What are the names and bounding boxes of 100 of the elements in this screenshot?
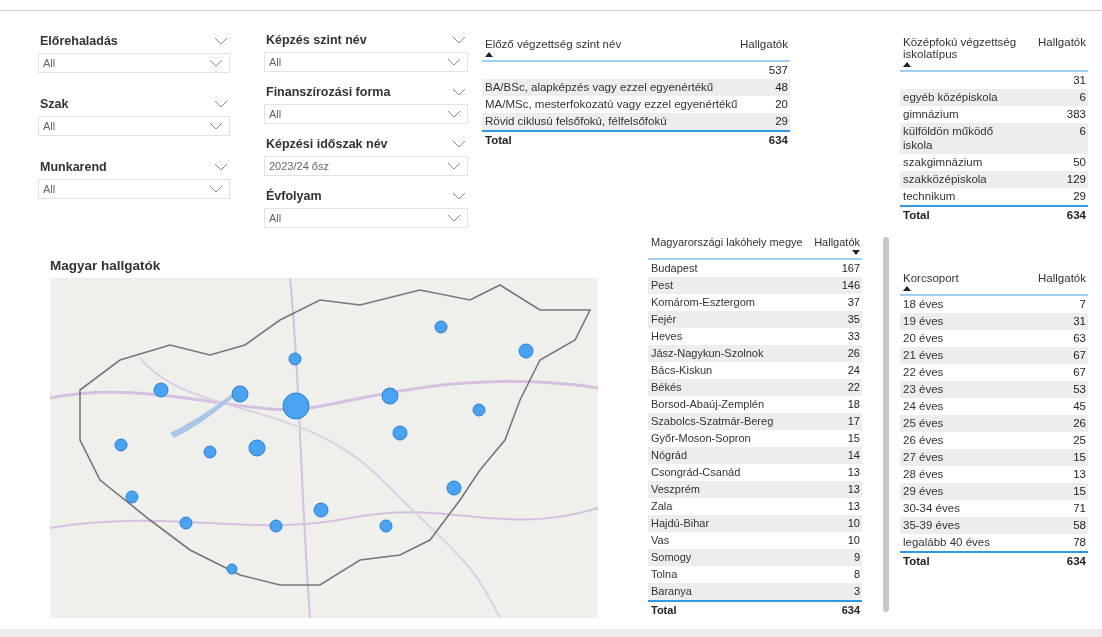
dropdown[interactable]: All — [264, 104, 468, 124]
chevron-down-icon[interactable] — [452, 140, 466, 148]
chevron-down-icon[interactable] — [452, 192, 466, 200]
table-cell: 53 — [1073, 382, 1086, 396]
slicer-title: Munkarend — [40, 160, 107, 174]
table-cell: 3 — [853, 584, 860, 598]
table-cell: technikum — [903, 189, 956, 203]
sort-ascending-icon[interactable] — [903, 62, 911, 67]
table-cell: 17 — [847, 414, 860, 428]
chevron-down-icon[interactable] — [214, 163, 228, 171]
column-header[interactable]: Hallgatók — [1038, 272, 1086, 284]
chevron-down-icon[interactable] — [209, 122, 223, 130]
table-cell: 48 — [775, 80, 788, 94]
total-label: Total — [903, 555, 930, 567]
table-cell: 22 — [847, 380, 860, 394]
table-cell: Fejér — [651, 312, 677, 326]
table-cell: 537 — [768, 63, 788, 77]
table-cell: 24 éves — [903, 399, 944, 413]
sort-ascending-icon[interactable] — [903, 286, 911, 291]
table-cell: 58 — [1073, 518, 1086, 532]
chevron-down-icon[interactable] — [452, 88, 466, 96]
sort-descending-icon[interactable] — [852, 250, 860, 255]
chevron-down-icon[interactable] — [447, 58, 461, 66]
scrollbar[interactable] — [883, 237, 889, 612]
slicer-title: Évfolyam — [266, 189, 322, 203]
table-cell: 50 — [1073, 155, 1086, 169]
slicer-title: Képzés szint név — [266, 33, 367, 47]
chevron-down-icon[interactable] — [214, 100, 228, 108]
table-cell: 13 — [1073, 467, 1086, 481]
table-cell: legalább 40 éves — [903, 535, 990, 549]
table-cell: 25 éves — [903, 416, 944, 430]
map-drawing[interactable] — [50, 278, 598, 618]
table-cell: 37 — [847, 295, 860, 309]
total-value: 634 — [768, 134, 788, 146]
table-cell: 67 — [1073, 365, 1086, 379]
table-cell: Pest — [651, 278, 673, 292]
sort-ascending-icon[interactable] — [485, 52, 493, 57]
dropdown[interactable]: All — [264, 52, 468, 72]
table-cell: Komárom-Esztergom — [651, 295, 755, 309]
table-cell: Vas — [651, 533, 670, 547]
dropdown[interactable]: 2023/24 ősz — [264, 156, 468, 176]
total-value: 634 — [841, 604, 860, 616]
table-cell: 29 — [775, 114, 788, 128]
table-cell: 13 — [847, 465, 860, 479]
table-cell: 35-39 éves — [903, 518, 960, 532]
column-header[interactable]: Korcsoport — [903, 272, 959, 284]
table-cell: Zala — [651, 499, 673, 513]
table-cell: szakközépiskola — [903, 172, 987, 186]
table-cell: 23 éves — [903, 382, 944, 396]
table-cell: Heves — [651, 329, 683, 343]
table-cell: 31 — [1073, 314, 1086, 328]
table-cell: 10 — [847, 533, 860, 547]
dropdown[interactable]: All — [38, 179, 230, 199]
column-header[interactable]: Középfokú végzettség iskolatípus — [903, 36, 1023, 60]
dropdown[interactable]: All — [264, 208, 468, 228]
column-header[interactable]: Előző végzettség szint név — [485, 38, 622, 50]
table-cell: 25 — [1073, 433, 1086, 447]
table-cell: Veszprém — [651, 482, 700, 496]
table-cell: Nógrád — [651, 448, 688, 462]
table-cell: szakgimnázium — [903, 155, 983, 169]
table-cell: 71 — [1073, 501, 1086, 515]
total-label: Total — [651, 604, 677, 616]
column-header[interactable]: Hallgatók — [740, 38, 788, 50]
table-cell: 13 — [847, 499, 860, 513]
table-cell: 15 — [1073, 450, 1086, 464]
slicer-title: Előrehaladás — [40, 34, 118, 48]
table-cell: 20 — [775, 97, 788, 111]
column-header[interactable]: Magyarországi lakóhely megye — [651, 236, 803, 248]
dropdown[interactable]: All — [38, 116, 230, 136]
table-cell: 8 — [853, 567, 860, 581]
chevron-down-icon[interactable] — [447, 214, 461, 222]
table-cell: 35 — [847, 312, 860, 326]
chevron-down-icon[interactable] — [209, 185, 223, 193]
slicer-title: Képzési időszak név — [266, 137, 388, 151]
table-cell: 26 — [1073, 416, 1086, 430]
chevron-down-icon[interactable] — [452, 36, 466, 44]
table-cell: 15 — [847, 431, 860, 445]
table-cell: Bács-Kiskun — [651, 363, 713, 377]
table-cell: Hajdú-Bihar — [651, 516, 710, 530]
total-label: Total — [903, 209, 930, 221]
table-cell: 18 éves — [903, 297, 944, 311]
table-cell: Békés — [651, 380, 682, 394]
dropdown[interactable]: All — [38, 53, 230, 73]
column-header[interactable]: Hallgatók — [814, 236, 860, 248]
table-cell: gimnázium — [903, 107, 959, 121]
table-cell: 22 éves — [903, 365, 944, 379]
chevron-down-icon[interactable] — [214, 37, 228, 45]
table-cell: 28 éves — [903, 467, 944, 481]
table-cell: 26 — [847, 346, 860, 360]
table-cell: 383 — [1066, 107, 1086, 121]
total-value: 634 — [1066, 555, 1086, 567]
table-cell: 67 — [1073, 348, 1086, 362]
chevron-down-icon[interactable] — [209, 59, 223, 67]
table-cell: Tolna — [651, 567, 678, 581]
chevron-down-icon[interactable] — [447, 110, 461, 118]
table-cell: 14 — [847, 448, 860, 462]
chevron-down-icon[interactable] — [447, 162, 461, 170]
table-cell: Jász-Nagykun-Szolnok — [651, 346, 764, 360]
table-cell: 7 — [1079, 297, 1086, 311]
column-header[interactable]: Hallgatók — [1038, 36, 1086, 48]
